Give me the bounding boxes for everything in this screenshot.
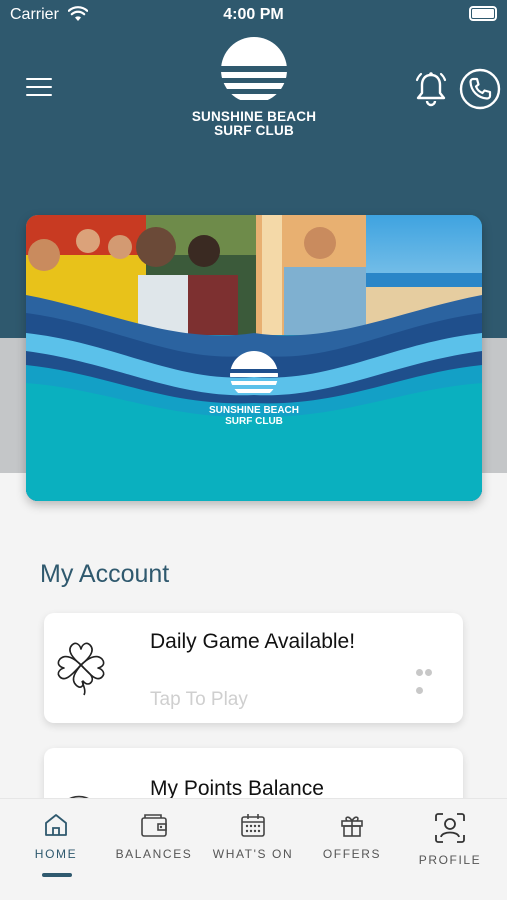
battery-icon xyxy=(469,6,497,21)
clover-icon xyxy=(57,642,105,696)
card-logo-line1: SUNSHINE BEACH xyxy=(208,405,299,416)
tab-profile[interactable]: PROFILE xyxy=(400,811,500,867)
tab-whats-on[interactable]: WHAT'S ON xyxy=(203,811,303,861)
status-time: 4:00 PM xyxy=(223,6,284,23)
bell-icon[interactable] xyxy=(412,70,450,108)
wallet-icon xyxy=(141,814,167,837)
daily-game-title: Daily Game Available! xyxy=(150,630,356,653)
tab-home[interactable]: HOME xyxy=(6,811,106,861)
tab-balances[interactable]: BALANCES xyxy=(104,811,204,861)
logo-text-line2: SURF CLUB xyxy=(214,123,294,138)
section-title: My Account xyxy=(40,560,170,588)
card-logo-text: SUNSHINE BEACH SURF CLUB xyxy=(26,405,482,427)
gift-icon xyxy=(341,816,363,837)
sunset-logo-icon xyxy=(221,37,287,100)
club-logo: SUNSHINE BEACH SURF CLUB xyxy=(178,36,330,138)
profile-icon xyxy=(435,813,465,843)
hero-membership-card[interactable]: SUNSHINE BEACH SURF CLUB xyxy=(26,215,482,501)
home-icon xyxy=(45,814,67,836)
tap-to-play-label: Tap To Play xyxy=(150,689,248,710)
tab-offers[interactable]: OFFERS xyxy=(302,811,402,861)
daily-game-tile[interactable]: Daily Game Available! Tap To Play xyxy=(44,613,463,723)
tab-balances-label: BALANCES xyxy=(115,847,193,861)
tab-home-label: HOME xyxy=(34,847,78,861)
tab-profile-label: PROFILE xyxy=(418,853,482,867)
bottom-tab-bar: HOME BALANCES WHAT'S ON OFFERS PROFILE xyxy=(0,798,507,900)
card-artwork xyxy=(26,215,482,501)
phone-icon[interactable] xyxy=(459,68,501,110)
card-logo-line2: SURF CLUB xyxy=(225,416,283,427)
calendar-icon xyxy=(241,814,265,837)
tab-offers-label: OFFERS xyxy=(322,847,382,861)
logo-text-line1: SUNSHINE BEACH xyxy=(191,109,317,124)
status-bar: Carrier 4:00 PM xyxy=(0,0,507,30)
tab-whats-on-label: WHAT'S ON xyxy=(212,847,294,861)
hamburger-menu-icon[interactable] xyxy=(26,78,52,100)
active-tab-indicator xyxy=(42,873,72,877)
more-options-icon[interactable] xyxy=(416,663,442,694)
